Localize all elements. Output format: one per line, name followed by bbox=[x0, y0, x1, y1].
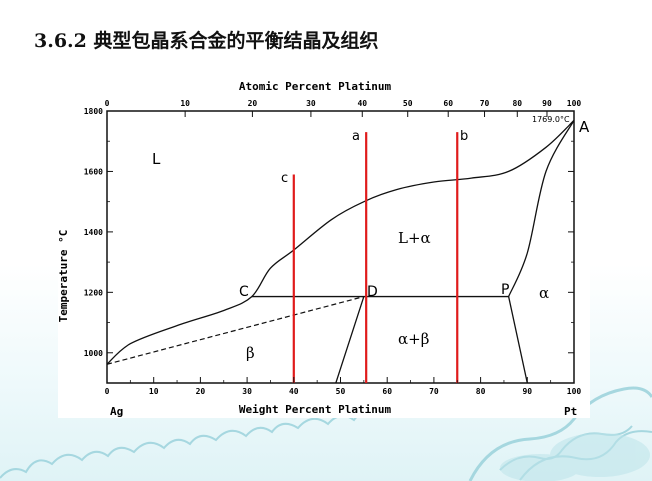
x-tick-label: 30 bbox=[242, 387, 252, 396]
x-tick-label: 20 bbox=[196, 387, 206, 396]
phase-label-liquid-alpha: L+α bbox=[398, 229, 431, 247]
point-label-p: P bbox=[501, 282, 509, 298]
point-label-d: D bbox=[367, 284, 378, 300]
x-tick-label: 100 bbox=[567, 387, 582, 396]
x-tick-label: 80 bbox=[476, 387, 486, 396]
plot-frame bbox=[106, 110, 575, 384]
x-axis-right-end-label: Pt bbox=[564, 405, 577, 418]
top-tick-label: 100 bbox=[567, 99, 582, 108]
alloy-line-label-b: b bbox=[460, 129, 468, 144]
alloy-line-label-a: a bbox=[352, 129, 360, 144]
top-tick-label: 0 bbox=[105, 99, 110, 108]
liquidus-curve bbox=[106, 119, 575, 365]
alloy-line-label-c: c bbox=[281, 171, 288, 186]
beta-solvus-line bbox=[335, 296, 365, 384]
top-tick-label: 80 bbox=[512, 99, 522, 108]
y-tick-label: 1400 bbox=[84, 228, 103, 237]
point-label-a: A bbox=[579, 118, 590, 136]
phase-boundary-curves bbox=[106, 119, 575, 384]
top-tick-label: 40 bbox=[357, 99, 367, 108]
figure-panel: 0 10 20 30 40 50 60 70 80 90 100 0 10 20 30 40 50 60 70 80 9… bbox=[58, 76, 590, 418]
alpha-solidus-curve bbox=[508, 120, 575, 297]
beta-solidus-dashed-line bbox=[106, 295, 365, 365]
phase-diagram: 0 10 20 30 40 50 60 70 80 90 1000 10 20 30 40 50 60 70 80 9… bbox=[58, 80, 590, 418]
melting-point-label: 1769.0°C bbox=[532, 115, 570, 124]
alloy-composition-lines bbox=[292, 132, 459, 383]
top-tick-label: 70 bbox=[480, 99, 490, 108]
x-tick-label: 50 bbox=[336, 387, 346, 396]
top-tick-label: 50 bbox=[403, 99, 413, 108]
x-tick-label: 90 bbox=[522, 387, 532, 396]
top-tick-label: 20 bbox=[248, 99, 258, 108]
top-axis-label: Atomic Percent Platinum bbox=[239, 80, 392, 93]
x-tick-label: 10 bbox=[149, 387, 159, 396]
plot-border bbox=[106, 110, 575, 384]
phase-label-alpha-beta: α+β bbox=[398, 330, 429, 348]
y-axis-label: Temperature °C bbox=[58, 230, 70, 323]
x-tick-label: 40 bbox=[289, 387, 299, 396]
point-label-c: C bbox=[239, 284, 249, 300]
x-tick-label: 60 bbox=[382, 387, 392, 396]
phase-label-liquid: L bbox=[152, 150, 161, 168]
phase-label-alpha: α bbox=[539, 284, 549, 302]
top-tick-label: 90 bbox=[542, 99, 552, 108]
alpha-solvus-line bbox=[507, 296, 528, 384]
y-tick-label: 1000 bbox=[84, 349, 103, 358]
top-tick-label: 30 bbox=[306, 99, 316, 108]
phase-label-beta: β bbox=[246, 344, 255, 362]
x-axis-left-end-label: Ag bbox=[110, 405, 123, 418]
diagram-labels: Atomic Percent Platinum Weight Percent P… bbox=[58, 80, 590, 418]
x-tick-label: 70 bbox=[429, 387, 439, 396]
x-tick-label: 0 bbox=[105, 387, 110, 396]
y-tick-label: 1800 bbox=[84, 107, 103, 116]
top-tick-label: 10 bbox=[180, 99, 190, 108]
top-tick-label: 60 bbox=[443, 99, 453, 108]
y-tick-label: 1600 bbox=[84, 167, 103, 176]
x-axis-label: Weight Percent Platinum bbox=[239, 403, 392, 416]
y-tick-label: 1200 bbox=[84, 288, 103, 297]
axis-ticks: 0 10 20 30 40 50 60 70 80 90 1000 10 20 30 40 50 60 70 80 9… bbox=[84, 99, 582, 396]
